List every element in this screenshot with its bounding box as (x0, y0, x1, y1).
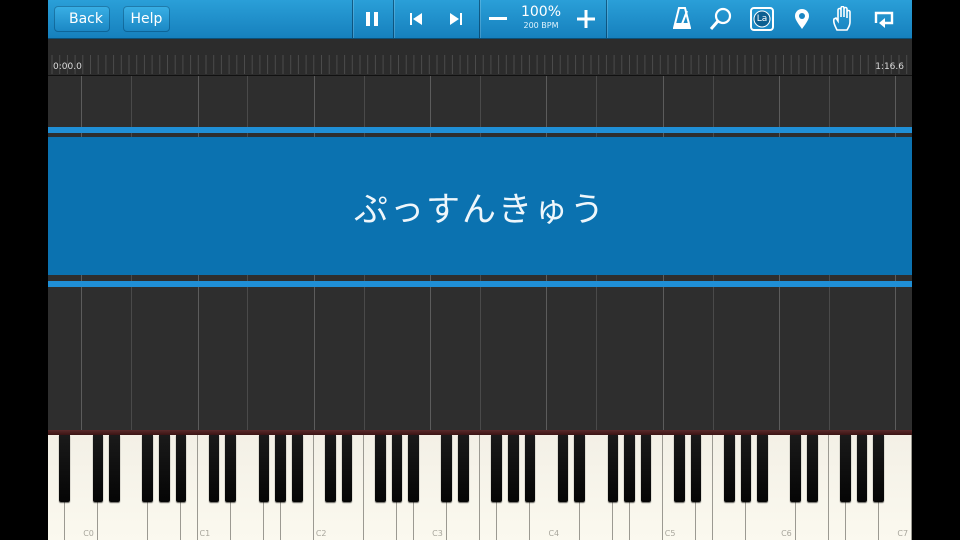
black-key[interactable] (806, 435, 818, 502)
black-key[interactable] (109, 435, 120, 502)
octave-label: C0 (83, 529, 94, 538)
white-key[interactable] (895, 435, 912, 540)
black-key[interactable] (674, 435, 685, 502)
hand-icon[interactable] (830, 5, 856, 33)
black-key[interactable] (640, 435, 652, 502)
black-key[interactable] (507, 435, 519, 502)
black-key[interactable] (491, 435, 502, 502)
toolbar-divider (606, 0, 607, 38)
black-key[interactable] (325, 435, 336, 502)
timeline-ticks (51, 55, 908, 74)
octave-label: C5 (664, 529, 676, 538)
black-key[interactable] (374, 435, 386, 502)
black-key[interactable] (690, 435, 702, 502)
skip-forward-icon[interactable] (444, 7, 468, 31)
black-key[interactable] (258, 435, 270, 502)
black-key[interactable] (607, 435, 619, 502)
time-start-label: 0:00.0 (53, 62, 82, 72)
black-key[interactable] (408, 435, 419, 502)
black-key[interactable] (574, 435, 585, 502)
help-button-label: Help (130, 11, 163, 27)
black-key[interactable] (441, 435, 453, 502)
black-key[interactable] (142, 435, 153, 502)
black-key[interactable] (291, 435, 303, 502)
black-key[interactable] (458, 435, 469, 502)
toolbar-divider (479, 0, 480, 38)
plus-icon[interactable] (574, 7, 598, 31)
black-key[interactable] (391, 435, 403, 502)
minus-icon[interactable] (486, 7, 510, 31)
octave-label: C6 (781, 529, 792, 538)
black-key[interactable] (740, 435, 752, 502)
banner-border-bottom (48, 281, 912, 287)
back-button[interactable]: Back (54, 6, 110, 32)
speed-percent: 100% (520, 4, 562, 20)
black-key[interactable] (790, 435, 801, 502)
back-button-label: Back (69, 11, 103, 27)
black-key[interactable] (275, 435, 286, 502)
note-label-text: La (756, 14, 768, 24)
search-icon[interactable] (708, 6, 734, 32)
black-key[interactable] (873, 435, 885, 502)
black-key[interactable] (757, 435, 768, 502)
black-key[interactable] (723, 435, 735, 502)
octave-label: C2 (315, 529, 327, 538)
song-title: ぷっすんきゅう (354, 189, 606, 230)
marker-icon[interactable] (790, 6, 814, 32)
black-key[interactable] (557, 435, 569, 502)
octave-label: C1 (199, 529, 211, 538)
skip-back-icon[interactable] (404, 7, 428, 31)
toolbar: Back Help 100% 200 BPM La (48, 0, 912, 39)
octave-label: C4 (548, 529, 560, 538)
octave-label: C3 (432, 529, 443, 538)
title-banner: ぷっすんきゅう (48, 137, 912, 275)
black-key[interactable] (175, 435, 187, 502)
black-key[interactable] (92, 435, 104, 502)
piano-keyboard[interactable]: C0 C1 C2 C3 C4 C5 C6 C7 (48, 435, 912, 540)
speed-bpm: 200 BPM (523, 21, 559, 30)
black-key[interactable] (856, 435, 868, 502)
black-key[interactable] (524, 435, 536, 502)
black-key[interactable] (208, 435, 220, 502)
time-end-label: 1:16.6 (875, 62, 904, 72)
banner-border-top (48, 127, 912, 133)
black-key[interactable] (59, 435, 70, 502)
toolbar-divider (352, 0, 353, 38)
toolbar-divider (393, 0, 394, 38)
pause-icon[interactable] (360, 7, 384, 31)
metronome-icon[interactable] (670, 5, 694, 31)
app-window: Back Help 100% 200 BPM La 0:00.0 1:16.6 … (48, 0, 912, 540)
loop-icon[interactable] (870, 7, 898, 31)
timeline-scrubber[interactable]: 0:00.0 1:16.6 (48, 39, 912, 76)
octave-label: C7 (897, 529, 909, 538)
black-key[interactable] (158, 435, 170, 502)
black-key[interactable] (225, 435, 237, 502)
help-button[interactable]: Help (123, 6, 170, 32)
black-key[interactable] (840, 435, 851, 502)
black-key[interactable] (624, 435, 635, 502)
black-key[interactable] (341, 435, 353, 502)
